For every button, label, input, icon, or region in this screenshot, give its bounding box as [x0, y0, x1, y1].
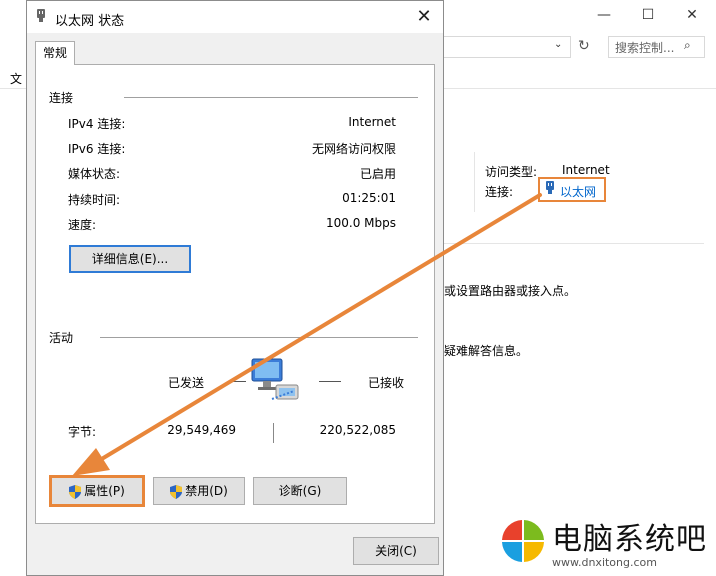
watermark-title: 电脑系统吧 [552, 522, 707, 557]
network-adapter-icon [36, 9, 46, 27]
search-icon[interactable]: ⌕ [684, 38, 691, 53]
close-icon[interactable]: ✕ [672, 4, 712, 26]
properties-button[interactable]: 属性(P) [51, 477, 143, 505]
disable-button[interactable]: 禁用(D) [153, 477, 245, 505]
sent-label: 已发送 [168, 376, 205, 390]
close-button[interactable]: 关闭(C) [353, 537, 439, 565]
properties-button-label: 属性(P) [84, 484, 125, 498]
ipv4-label: IPv4 连接: [68, 117, 126, 131]
duration-label: 持续时间: [68, 193, 121, 207]
ipv6-label: IPv6 连接: [68, 142, 126, 156]
speed-value: 100.0 Mbps [325, 216, 396, 230]
watermark: 电脑系统吧 www.dnxitong.com [492, 500, 716, 576]
divider [444, 243, 704, 244]
shield-icon [170, 484, 183, 499]
watermark-url: www.dnxitong.com [552, 556, 657, 569]
windows-logo-icon [502, 520, 544, 562]
info-text: 或设置路由器或接入点。 [444, 284, 577, 298]
connection-link[interactable]: 以太网 [560, 183, 596, 200]
bytes-received-value: 220,522,085 [319, 423, 396, 437]
search-placeholder: 搜索控制... [615, 41, 675, 55]
tab-general[interactable]: 常规 [35, 41, 75, 65]
disable-button-label: 禁用(D) [185, 484, 228, 498]
ethernet-status-dialog: 以太网 状态 ✕ 常规 连接 IPv4 连接: Internet IPv6 连接… [26, 0, 444, 576]
network-computers-icon [251, 358, 299, 400]
maximize-icon[interactable]: ☐ [628, 4, 668, 26]
activity-section-label: 活动 [49, 331, 74, 345]
access-type-label: 访问类型: [485, 165, 538, 179]
access-type-value: Internet [562, 163, 610, 177]
divider [273, 423, 274, 443]
details-button[interactable]: 详细信息(E)... [69, 245, 191, 273]
close-icon[interactable]: ✕ [407, 3, 441, 31]
network-adapter-icon [545, 181, 555, 198]
divider [100, 337, 418, 338]
connection-section-label: 连接 [49, 91, 74, 105]
minimize-icon[interactable]: — [584, 4, 624, 26]
media-state-value: 已启用 [359, 167, 396, 181]
received-label: 已接收 [368, 376, 405, 390]
ipv6-value: 无网络访问权限 [311, 142, 396, 156]
speed-label: 速度: [68, 218, 97, 232]
divider [232, 381, 246, 382]
duration-value: 01:25:01 [342, 191, 396, 205]
bytes-sent-value: 29,549,469 [167, 423, 236, 437]
info-text: 疑难解答信息。 [444, 344, 529, 358]
diagnose-button[interactable]: 诊断(G) [253, 477, 347, 505]
shield-icon [69, 484, 82, 499]
address-bar[interactable] [444, 36, 571, 58]
general-panel: 连接 IPv4 连接: Internet IPv6 连接: 无网络访问权限 媒体… [35, 64, 435, 524]
menu-file[interactable]: 文 [10, 70, 22, 87]
divider [474, 152, 475, 212]
dialog-titlebar: 以太网 状态 ✕ [27, 1, 443, 33]
bytes-label: 字节: [68, 425, 97, 439]
divider [319, 381, 341, 382]
chevron-down-icon[interactable]: ⌄ [554, 39, 562, 50]
refresh-icon[interactable]: ↻ [578, 38, 590, 54]
ipv4-value: Internet [348, 115, 396, 129]
media-state-label: 媒体状态: [68, 167, 121, 181]
dialog-title: 以太网 状态 [55, 14, 125, 29]
divider [124, 97, 418, 98]
connection-label: 连接: [485, 185, 514, 199]
